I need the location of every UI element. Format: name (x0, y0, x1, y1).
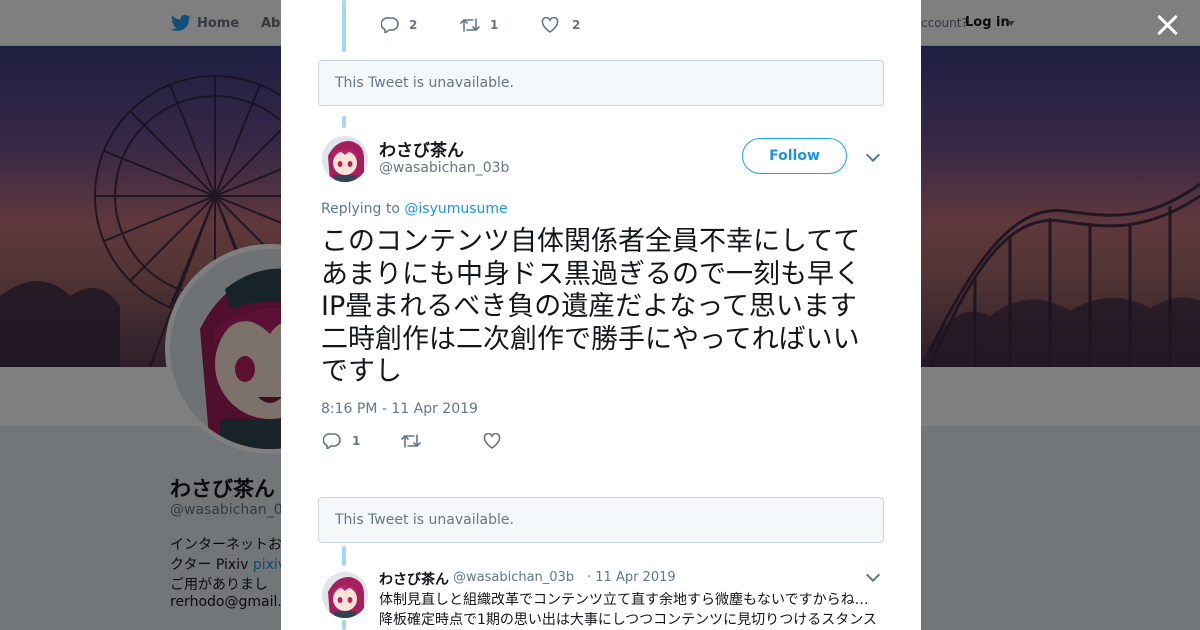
close-icon[interactable] (1154, 12, 1180, 38)
replying-handle-link[interactable]: @isyumusume (404, 201, 507, 217)
retweet-action[interactable] (401, 433, 421, 449)
avatar[interactable] (322, 572, 368, 618)
heart-icon (541, 17, 559, 33)
unavailable-tweet-notice: This Tweet is unavailable. (318, 60, 884, 106)
retweet-icon (401, 434, 421, 448)
author-handle[interactable]: @wasabichan_03b (379, 160, 509, 176)
reply-count: 1 (352, 434, 361, 448)
tweet-text-line: このコンテンツ自体関係者全員不幸にしてて (321, 226, 861, 257)
tweet-text-line: 降板確定時点で1期の思い出は大事にしつつコンテンツに見切りつけるスタンス (379, 612, 877, 628)
author-handle[interactable]: @wasabichan_03b (453, 570, 574, 585)
replying-prefix: Replying to (321, 201, 405, 217)
retweet-count: 1 (490, 18, 499, 32)
author-name[interactable]: わさび茶ん (379, 136, 464, 161)
tweet-text-line: あまりにも中身ドス黒過ぎるので一刻も早く (321, 258, 861, 290)
unavailable-tweet-notice: This Tweet is unavailable. (318, 497, 884, 543)
like-action[interactable] (483, 433, 501, 449)
retweet-action[interactable]: 1 (460, 17, 498, 33)
tweet-text-line: 体制見直しと組織改革でコンテンツ立て直す余地すら微塵もないですからね… (379, 592, 869, 608)
thread-connector (342, 0, 346, 52)
like-count: 2 (572, 18, 581, 32)
reply-icon (381, 17, 399, 33)
chevron-down-icon[interactable] (865, 567, 881, 583)
reply-icon (323, 433, 341, 449)
chevron-down-icon[interactable] (865, 147, 881, 163)
tweet-date[interactable]: · 11 Apr 2019 (587, 570, 676, 585)
retweet-icon (460, 18, 480, 32)
author-name[interactable]: わさび茶ん (379, 569, 449, 589)
avatar[interactable] (322, 136, 368, 182)
heart-icon (483, 433, 501, 449)
tweet-text-line: IP畳まれるべき負の遺産だよなって思います (321, 291, 857, 322)
thread-connector (342, 116, 346, 128)
follow-button[interactable]: Follow (742, 138, 847, 174)
reply-action[interactable]: 2 (381, 17, 417, 33)
tweet-permalink-modal: 2 1 2 This Tweet is unavailable. わさび茶ん @… (281, 0, 921, 630)
tweet-timestamp[interactable]: 8:16 PM - 11 Apr 2019 (321, 401, 478, 417)
tweet-text-line: ですし (321, 356, 402, 387)
tweet-text: このコンテンツ自体関係者全員不幸にしてて あまりにも中身ドス黒過ぎるので一刻も早… (321, 226, 891, 389)
like-action[interactable]: 2 (541, 17, 580, 33)
reply-count: 2 (409, 18, 418, 32)
thread-connector (342, 620, 346, 630)
replying-to: Replying to @isyumusume (321, 201, 508, 217)
reply-action[interactable]: 1 (323, 433, 360, 449)
thread-connector (342, 546, 346, 566)
tweet-text-line: 二時創作は二次創作で勝手にやってればいい (321, 323, 860, 355)
